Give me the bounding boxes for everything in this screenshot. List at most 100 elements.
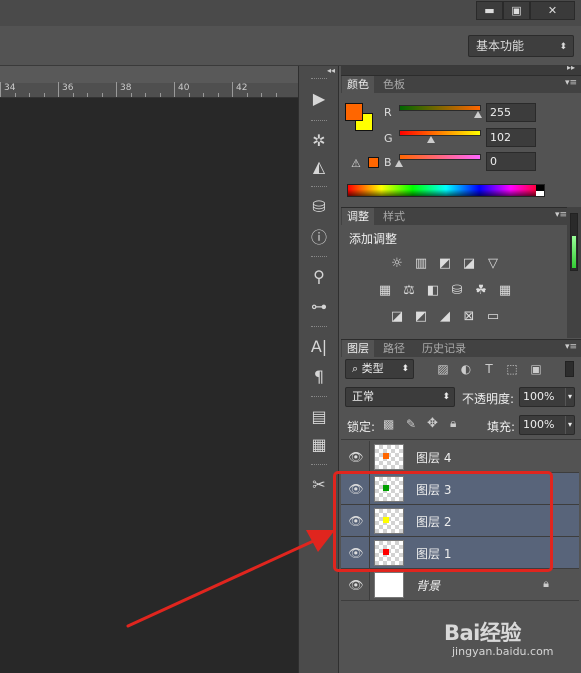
ruler-tick <box>145 93 146 97</box>
g-value-field[interactable]: 102 <box>486 128 536 147</box>
character-icon[interactable]: A| <box>305 334 333 358</box>
gradient-map-icon[interactable]: ▭ <box>484 308 502 324</box>
tab-swatches[interactable]: 色板 <box>378 76 410 94</box>
selective-color-icon[interactable]: ⊠ <box>460 308 478 324</box>
photo-filter-icon[interactable]: ⛁ <box>448 282 466 298</box>
minimize-button[interactable]: ▬ <box>476 1 503 20</box>
type-filter-icon[interactable]: T <box>481 361 497 377</box>
notes-icon[interactable]: ▤ <box>305 404 333 428</box>
opacity-field[interactable]: 100% ▾ <box>519 387 575 407</box>
g-slider[interactable] <box>399 130 481 136</box>
tab-layers[interactable]: 图层 <box>342 340 374 358</box>
foreground-color-swatch[interactable] <box>345 103 363 121</box>
lock-position-icon[interactable]: ✥ <box>427 416 438 431</box>
b-value-field[interactable]: 0 <box>486 152 536 171</box>
smart-object-filter-icon[interactable]: ▣ <box>528 361 544 377</box>
brush-preset-icon[interactable]: ✲ <box>305 128 333 152</box>
web-safe-color-swatch[interactable] <box>368 157 379 168</box>
invert-icon[interactable]: ◪ <box>388 308 406 324</box>
dock-group-grip[interactable] <box>311 78 327 80</box>
layer-row[interactable]: 👁︎ 背景 🔒︎ <box>341 569 579 601</box>
dock-group-grip[interactable] <box>311 396 327 398</box>
b-slider[interactable] <box>399 154 481 160</box>
properties-icon[interactable]: ⊶ <box>305 294 333 318</box>
color-lookup-icon[interactable]: ▦ <box>496 282 514 298</box>
tool-preset-icon[interactable]: ⚲ <box>305 264 333 288</box>
tab-history[interactable]: 历史记录 <box>417 340 471 358</box>
color-balance-icon[interactable]: ⚖ <box>400 282 418 298</box>
threshold-icon[interactable]: ◢ <box>436 308 454 324</box>
adjustment-filter-icon[interactable]: ◐ <box>458 361 474 377</box>
bw-icon[interactable]: ◧ <box>424 282 442 298</box>
layer-name: 背景 <box>416 579 441 593</box>
hue-icon[interactable]: ▦ <box>376 282 394 298</box>
visibility-eye-icon[interactable]: 👁︎ <box>348 578 363 592</box>
updown-caret-icon: ⬍ <box>401 364 409 374</box>
tab-color[interactable]: 颜色 <box>342 76 374 94</box>
restore-button[interactable]: ▣ <box>503 1 530 20</box>
dock-group-grip[interactable] <box>311 464 327 466</box>
blend-mode-dropdown[interactable]: 正常 ⬍ <box>345 387 455 407</box>
tab-paths[interactable]: 路径 <box>378 340 410 358</box>
panel-menu-icon[interactable]: ▾≡ <box>565 342 577 352</box>
curves-icon[interactable]: ◩ <box>436 255 454 271</box>
r-slider[interactable] <box>399 105 481 111</box>
brightness-icon[interactable]: ☼ <box>388 255 406 271</box>
layer-name: 图层 4 <box>416 451 452 465</box>
lock-transparent-icon[interactable]: ▩ <box>383 417 394 431</box>
document-tab-strip <box>0 66 298 83</box>
g-label: G <box>384 132 393 145</box>
shape-filter-icon[interactable]: ⬚ <box>504 361 520 377</box>
tab-adjustments[interactable]: 调整 <box>342 208 374 226</box>
collapse-dock-icon[interactable]: ◂◂ <box>327 66 335 75</box>
channel-mixer-icon[interactable]: ☘ <box>472 282 490 298</box>
dock-group-grip[interactable] <box>311 256 327 258</box>
pixel-filter-icon[interactable]: ▨ <box>435 361 451 377</box>
color-spectrum-bar[interactable] <box>347 184 545 197</box>
posterize-icon[interactable]: ◩ <box>412 308 430 324</box>
tab-styles[interactable]: 样式 <box>378 208 410 226</box>
brush-icon[interactable]: ◭ <box>305 154 333 178</box>
document-canvas[interactable] <box>0 98 298 673</box>
layer-thumbnail[interactable] <box>374 572 404 598</box>
b-slider-thumb[interactable] <box>395 160 403 167</box>
filter-label: 类型 <box>361 362 384 375</box>
ruler-tick <box>116 82 117 97</box>
levels-icon[interactable]: ▥ <box>412 255 430 271</box>
exposure-icon[interactable]: ◪ <box>460 255 478 271</box>
b-label: B <box>384 156 392 169</box>
layer-filter-dropdown[interactable]: ⌕ 类型 ⬍ <box>345 359 414 379</box>
paragraph-icon[interactable]: ¶ <box>305 364 333 388</box>
fill-field[interactable]: 100% ▾ <box>519 415 575 435</box>
panel-menu-icon[interactable]: ▾≡ <box>565 78 577 88</box>
g-slider-thumb[interactable] <box>427 136 435 143</box>
visibility-eye-icon[interactable]: 👁︎ <box>348 450 363 464</box>
r-slider-thumb[interactable] <box>474 111 482 118</box>
play-action-icon[interactable]: ▶ <box>305 86 333 110</box>
ruler-tick <box>188 93 190 97</box>
vibrance-icon[interactable]: ▽ <box>484 255 502 271</box>
layer-thumbnail[interactable] <box>374 444 404 470</box>
dock-group-grip[interactable] <box>311 326 327 328</box>
close-icon: ✕ <box>547 4 558 17</box>
panel-menu-icon[interactable]: ▾≡ <box>555 210 567 220</box>
scrollbar-thumb[interactable] <box>570 213 578 271</box>
gamut-warning-icon[interactable]: ⚠ <box>351 157 361 170</box>
ruler-tick <box>72 93 74 97</box>
close-button[interactable]: ✕ <box>530 1 575 20</box>
tools-icon[interactable]: ✂ <box>305 472 333 496</box>
layer-comps-icon[interactable]: ▦ <box>305 432 333 456</box>
ruler-tick <box>275 93 277 97</box>
layer-row[interactable]: 👁︎ 图层 4 <box>341 441 579 473</box>
lock-all-icon[interactable]: 🔒︎ <box>450 416 456 431</box>
workspace-dropdown[interactable]: 基本功能 ⬍ <box>468 35 574 57</box>
clone-source-icon[interactable]: ⛁ <box>305 194 333 218</box>
r-value-field[interactable]: 255 <box>486 103 536 122</box>
info-icon[interactable]: ⓘ <box>305 224 333 248</box>
dock-group-grip[interactable] <box>311 186 327 188</box>
collapse-panels-icon[interactable]: ▸▸ <box>567 63 575 72</box>
filter-toggle[interactable] <box>565 361 574 377</box>
ruler-label: 34 <box>4 83 16 93</box>
dock-group-grip[interactable] <box>311 120 327 122</box>
lock-image-icon[interactable]: ✎ <box>406 417 416 431</box>
